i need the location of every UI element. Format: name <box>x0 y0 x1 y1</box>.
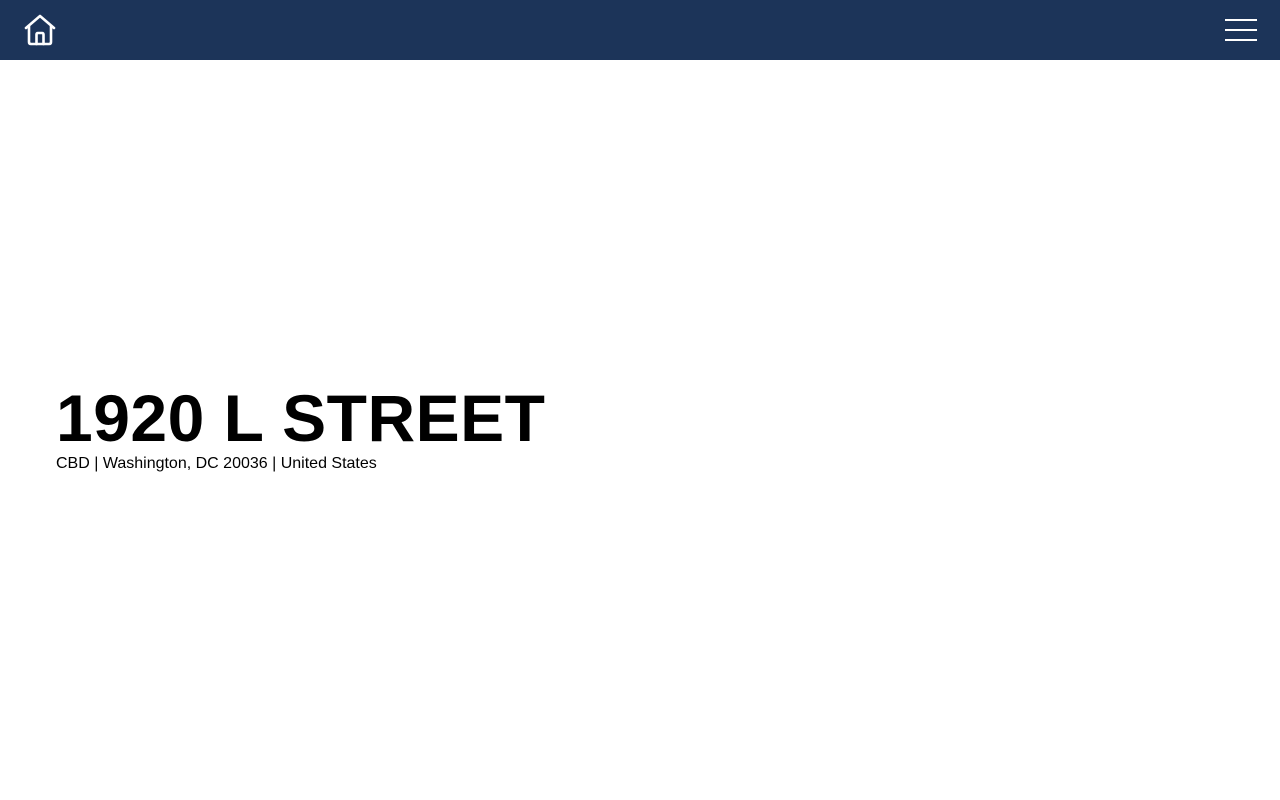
property-hero: 1920 L STREET CBD | Washington, DC 20036… <box>56 384 1056 474</box>
home-icon <box>24 14 56 46</box>
property-title: 1920 L STREET <box>56 381 546 455</box>
menu-button[interactable] <box>1222 16 1260 44</box>
hamburger-menu-icon <box>1225 19 1257 41</box>
top-navigation-bar <box>0 0 1280 60</box>
home-button[interactable] <box>22 13 58 47</box>
property-address: CBD | Washington, DC 20036 | United Stat… <box>56 455 377 472</box>
